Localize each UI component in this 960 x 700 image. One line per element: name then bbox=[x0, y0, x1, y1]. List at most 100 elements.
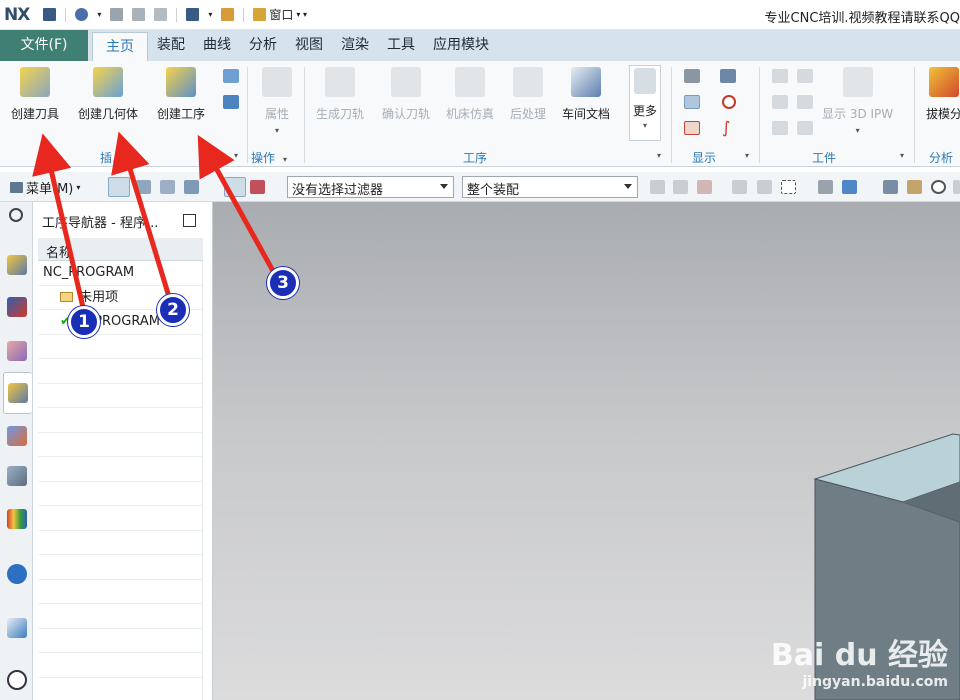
cube-icon[interactable] bbox=[842, 180, 857, 194]
display-group-label: 显示 bbox=[692, 151, 717, 165]
create-operation-button[interactable]: 创建工序 bbox=[157, 67, 205, 122]
tab-application[interactable]: 应用模块 bbox=[424, 30, 498, 61]
draft-analysis-label: 拔模分 bbox=[926, 107, 960, 121]
workpiece-tool-c-icon[interactable] bbox=[772, 121, 788, 135]
create-tool-button[interactable]: 创建刀具 bbox=[11, 67, 59, 122]
workpiece-tool-b-icon[interactable] bbox=[772, 95, 788, 109]
display-layout-icon[interactable] bbox=[684, 95, 700, 109]
tab-analysis[interactable]: 分析 bbox=[240, 30, 286, 61]
generate-toolpath-icon bbox=[325, 67, 355, 97]
select-body-icon[interactable] bbox=[160, 180, 175, 194]
tab-assembly[interactable]: 装配 bbox=[148, 30, 194, 61]
workpiece-tool-d-icon[interactable] bbox=[797, 69, 813, 83]
process-group-dropdown-icon[interactable]: ▾ bbox=[657, 151, 661, 160]
workpiece-tool-e-icon[interactable] bbox=[797, 95, 813, 109]
selection-filter-dropdown[interactable]: 没有选择过滤器 bbox=[287, 176, 454, 198]
history-clock-icon[interactable] bbox=[7, 670, 27, 690]
part-model[interactable] bbox=[213, 202, 960, 700]
operation-navigator-tab[interactable] bbox=[3, 372, 32, 414]
machine-simulation-label: 机床仿真 bbox=[446, 107, 495, 121]
rotate-icon[interactable] bbox=[931, 180, 946, 194]
point-filter-icon[interactable] bbox=[250, 180, 265, 194]
tab-home[interactable]: 主页 bbox=[92, 32, 148, 61]
window-title: 专业CNC培训.视频教程请联系QQ bbox=[764, 11, 960, 26]
toolbar-f-icon[interactable] bbox=[818, 180, 833, 194]
tab-file[interactable]: 文件(F) bbox=[0, 30, 88, 61]
create-program-icon[interactable] bbox=[223, 69, 239, 83]
fit-view-icon[interactable] bbox=[883, 180, 898, 194]
insert-group-dropdown-icon[interactable]: ▾ bbox=[234, 151, 238, 160]
select-edge-icon[interactable] bbox=[184, 180, 199, 194]
save-as-icon[interactable] bbox=[186, 8, 200, 21]
toolbar-a-icon[interactable] bbox=[650, 180, 665, 194]
toolbar-g-icon[interactable] bbox=[953, 180, 960, 194]
tree-row-nc-program[interactable]: NC_PROGRAM bbox=[38, 261, 202, 286]
postprocess-button[interactable]: 后处理 bbox=[510, 67, 546, 122]
show-3d-ipw-button[interactable]: 显示 3D IPW ▾ bbox=[822, 67, 893, 135]
properties-button[interactable]: 属性 ▾ bbox=[262, 67, 292, 135]
library-icon[interactable] bbox=[7, 509, 27, 529]
toolbar-e-icon[interactable] bbox=[757, 180, 772, 194]
ribbon-tabs: 文件(F) 主页 装配 曲线 分析 视图 渲染 工具 应用模块 bbox=[0, 30, 960, 61]
workpiece-tool-a-icon[interactable] bbox=[772, 69, 788, 83]
create-geometry-button[interactable]: 创建几何体 bbox=[78, 67, 138, 122]
display-toggle-icon[interactable] bbox=[684, 69, 700, 83]
window-menu[interactable]: 窗口 ▾ ▾ bbox=[253, 6, 307, 23]
create-method-icon[interactable] bbox=[223, 95, 239, 109]
copy-icon[interactable] bbox=[132, 8, 146, 21]
draft-analysis-button[interactable]: 拔模分 bbox=[926, 67, 960, 122]
type-filter-icon[interactable] bbox=[108, 177, 130, 197]
curve-icon[interactable]: ∫ bbox=[722, 118, 730, 137]
paste-icon[interactable] bbox=[154, 8, 168, 21]
workpiece-group-dropdown-icon[interactable]: ▾ bbox=[900, 151, 904, 160]
display-group-dropdown-icon[interactable]: ▾ bbox=[745, 151, 749, 160]
repeat-command-icon[interactable] bbox=[221, 8, 235, 21]
tab-view[interactable]: 视图 bbox=[286, 30, 332, 61]
part-navigator-icon[interactable] bbox=[7, 341, 27, 361]
maximize-icon[interactable] bbox=[183, 214, 196, 227]
display-options-icon[interactable] bbox=[720, 69, 736, 83]
undo-dropdown-icon[interactable]: ▾ bbox=[97, 10, 101, 19]
more-icon bbox=[634, 68, 656, 94]
assembly-scope-dropdown[interactable]: 整个装配 bbox=[462, 176, 638, 198]
info-icon[interactable] bbox=[7, 564, 27, 584]
machine-simulation-button[interactable]: 机床仿真 bbox=[446, 67, 494, 122]
zoom-icon[interactable] bbox=[907, 180, 922, 194]
step-marker-3: 3 bbox=[267, 267, 299, 299]
document-icon[interactable] bbox=[7, 618, 27, 638]
assembly-navigator-icon[interactable] bbox=[7, 255, 27, 275]
tab-curve[interactable]: 曲线 bbox=[194, 30, 240, 61]
verify-toolpath-label: 确认刀轨 bbox=[382, 107, 431, 121]
generate-toolpath-button[interactable]: 生成刀轨 bbox=[316, 67, 364, 122]
save-dropdown-icon[interactable]: ▾ bbox=[208, 10, 212, 19]
gear-icon[interactable] bbox=[9, 208, 23, 222]
display-pattern-icon[interactable] bbox=[684, 121, 700, 135]
undo-icon[interactable] bbox=[75, 8, 89, 21]
cut-icon[interactable] bbox=[110, 8, 124, 21]
save-icon[interactable] bbox=[43, 8, 57, 21]
box-select-icon[interactable] bbox=[781, 180, 796, 194]
tree-row-label: PROGRAM bbox=[94, 314, 160, 329]
graphics-viewport[interactable]: Bai du 经验 jingyan.baidu.com bbox=[213, 202, 960, 700]
tab-render[interactable]: 渲染 bbox=[332, 30, 378, 61]
workpiece-tool-f-icon[interactable] bbox=[797, 121, 813, 135]
postprocess-label: 后处理 bbox=[510, 107, 547, 121]
analysis-group-label: 分析 bbox=[929, 151, 954, 165]
constraint-navigator-icon[interactable] bbox=[7, 297, 27, 317]
properties-icon bbox=[262, 67, 292, 97]
machine-tool-navigator-icon[interactable] bbox=[7, 426, 27, 446]
snap-icon[interactable] bbox=[224, 177, 246, 197]
shop-documentation-button[interactable]: 车间文档 bbox=[562, 67, 610, 122]
column-header-name[interactable]: 名称 bbox=[38, 238, 203, 261]
watermark-logo: Bai du 经验 bbox=[770, 638, 948, 673]
menu-button[interactable]: 菜单(M) ▾ bbox=[10, 178, 80, 197]
reuse-library-icon[interactable] bbox=[7, 466, 27, 486]
toolbar-c-icon[interactable] bbox=[697, 180, 712, 194]
more-button[interactable]: 更多 ▾ bbox=[629, 65, 662, 141]
tab-tools[interactable]: 工具 bbox=[378, 30, 424, 61]
toolbar-d-icon[interactable] bbox=[732, 180, 747, 194]
target-icon[interactable] bbox=[722, 95, 736, 109]
toolbar-b-icon[interactable] bbox=[673, 180, 688, 194]
verify-toolpath-button[interactable]: 确认刀轨 bbox=[382, 67, 430, 122]
select-feature-icon[interactable] bbox=[136, 180, 151, 194]
